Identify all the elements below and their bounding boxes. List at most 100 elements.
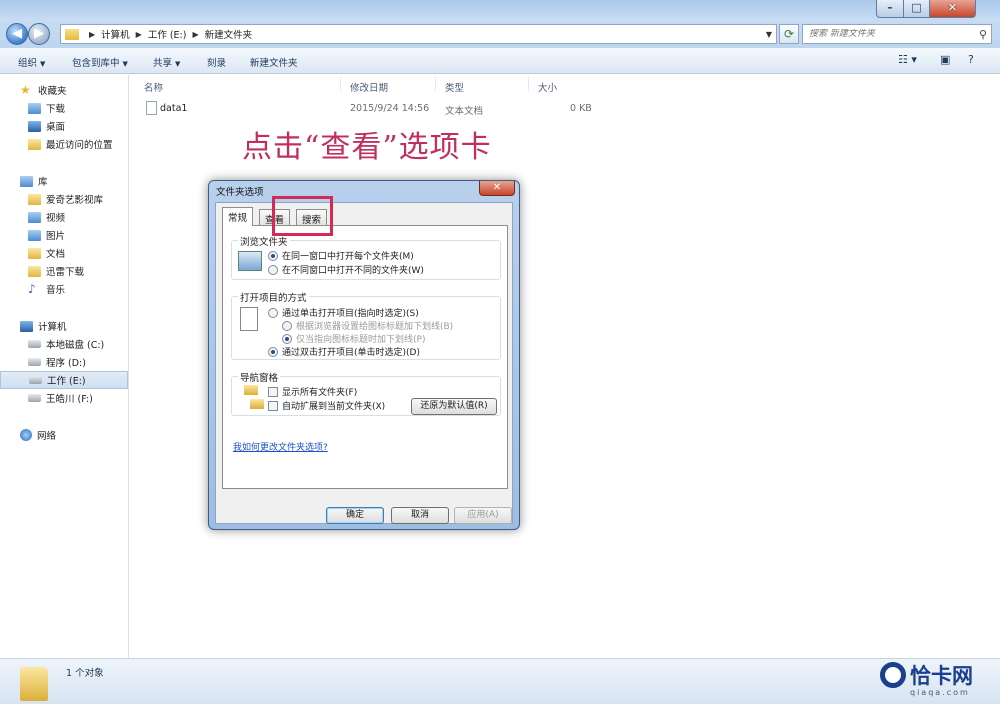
watermark-brand: 恰卡网 xyxy=(910,664,973,688)
sidebar-item-favorites[interactable]: ★ 收藏夹 xyxy=(0,81,128,99)
radio-single-click[interactable]: 通过单击打开项目(指向时选定)(S) xyxy=(268,306,419,319)
close-button[interactable]: ✕ xyxy=(929,0,976,18)
organize-menu[interactable]: 组织 ▼ xyxy=(18,55,45,69)
sidebar-item-libraries[interactable]: 库 xyxy=(0,172,128,190)
title-bar: – □ ✕ ◀ ▶ ▶ 计算机 ▶ 工作 (E:) ▶ 新建文件夹 ▼ ⟳ ⚲ xyxy=(0,0,1000,48)
group-title: 打开项目的方式 xyxy=(238,290,309,304)
new-folder-button[interactable]: 新建文件夹 xyxy=(250,55,298,69)
search-box[interactable]: ⚲ xyxy=(802,24,992,44)
column-header-modified[interactable]: 修改日期 xyxy=(350,80,388,94)
share-menu[interactable]: 共享 ▼ xyxy=(153,55,180,69)
watermark-logo: 恰卡网 qiaqa.com xyxy=(870,660,998,702)
chevron-down-icon: ▼ xyxy=(40,60,46,68)
column-header-size[interactable]: 大小 xyxy=(538,80,557,94)
tab-panel-general: 浏览文件夹 在同一窗口中打开每个文件夹(M) 在不同窗口中打开不同的文件夹(W)… xyxy=(222,225,508,489)
address-bar[interactable]: ▶ 计算机 ▶ 工作 (E:) ▶ 新建文件夹 ▼ xyxy=(60,24,777,44)
table-row[interactable]: data1 2015/9/24 14:56 文本文档 0 KB xyxy=(140,99,610,117)
dialog-close-button[interactable]: ✕ xyxy=(479,181,515,196)
back-button[interactable]: ◀ xyxy=(6,23,28,45)
minimize-button[interactable]: – xyxy=(876,0,904,18)
video-library-icon xyxy=(28,211,41,223)
apply-button[interactable]: 应用(A) xyxy=(454,507,512,524)
radio-new-window[interactable]: 在不同窗口中打开不同的文件夹(W) xyxy=(268,263,424,276)
column-divider[interactable] xyxy=(340,77,341,91)
sidebar-item-drive-e[interactable]: 工作 (E:) xyxy=(0,371,128,389)
radio-indicator xyxy=(268,346,278,357)
restore-defaults-button[interactable]: 还原为默认值(R) xyxy=(411,398,497,415)
sidebar-item-xunlei[interactable]: 迅雷下载 xyxy=(0,262,128,280)
help-link[interactable]: 我如何更改文件夹选项? xyxy=(233,440,328,453)
include-library-menu[interactable]: 包含到库中 ▼ xyxy=(72,55,128,69)
cancel-button[interactable]: 取消 xyxy=(391,507,449,524)
sidebar-item-pictures[interactable]: 图片 xyxy=(0,226,128,244)
file-size: 0 KB xyxy=(570,103,592,114)
dialog-title: 文件夹选项 xyxy=(216,187,264,198)
folder-icon xyxy=(65,28,79,40)
sidebar-item-music[interactable]: ♪ 音乐 xyxy=(0,280,128,298)
sidebar-item-drive-f[interactable]: 王皓川 (F:) xyxy=(0,389,128,407)
status-bar: 1 个对象 xyxy=(0,658,1000,704)
watermark-url: qiaqa.com xyxy=(910,688,970,697)
download-folder-icon xyxy=(28,102,41,114)
drive-icon xyxy=(28,358,41,366)
chevron-down-icon: ▼ xyxy=(122,60,128,68)
radio-same-window[interactable]: 在同一窗口中打开每个文件夹(M) xyxy=(268,249,414,262)
column-header-name[interactable]: 名称 xyxy=(144,80,163,94)
forward-button[interactable]: ▶ xyxy=(28,23,50,45)
search-icon[interactable]: ⚲ xyxy=(975,28,991,41)
radio-double-click[interactable]: 通过双击打开项目(单击时选定)(D) xyxy=(268,345,420,358)
group-title: 浏览文件夹 xyxy=(238,234,290,248)
sidebar-item-computer[interactable]: 计算机 xyxy=(0,317,128,335)
help-icon[interactable]: ? xyxy=(968,53,974,66)
maximize-button[interactable]: □ xyxy=(903,0,930,18)
drive-icon xyxy=(28,340,41,348)
radio-indicator xyxy=(268,307,278,318)
checkbox-indicator xyxy=(268,386,278,397)
checkbox-auto-expand[interactable]: 自动扩展到当前文件夹(X) xyxy=(268,399,385,412)
sidebar-item-network[interactable]: 网络 xyxy=(0,426,128,444)
sidebar-item-iqiyi[interactable]: 爱奇艺影视库 xyxy=(0,190,128,208)
sidebar-item-desktop[interactable]: 桌面 xyxy=(0,117,128,135)
music-icon: ♪ xyxy=(28,282,36,296)
sidebar-item-drive-c[interactable]: 本地磁盘 (C:) xyxy=(0,335,128,353)
computer-icon xyxy=(20,320,33,332)
ok-button[interactable]: 确定 xyxy=(326,507,384,524)
folder-icon xyxy=(28,265,41,277)
sidebar-item-documents[interactable]: 文档 xyxy=(0,244,128,262)
chevron-down-icon[interactable]: ▼ xyxy=(766,30,772,39)
breadcrumb-computer[interactable]: 计算机 xyxy=(101,27,130,41)
sidebar-item-drive-d[interactable]: 程序 (D:) xyxy=(0,353,128,371)
radio-underline-point[interactable]: 仅当指向图标标题时加下划线(P) xyxy=(282,332,425,345)
column-header-type[interactable]: 类型 xyxy=(445,80,464,94)
tab-general[interactable]: 常规 xyxy=(222,207,254,226)
radio-underline-browser[interactable]: 根据浏览器设置给图标标题加下划线(B) xyxy=(282,319,453,332)
checkbox-show-all-folders[interactable]: 显示所有文件夹(F) xyxy=(268,385,357,398)
navigation-pane: ★ 收藏夹 下载 桌面 最近访问的位置 库 爱奇艺影视库 视频 图片 文档 迅雷下… xyxy=(0,75,129,658)
folder-icon xyxy=(20,667,48,701)
sidebar-item-videos[interactable]: 视频 xyxy=(0,208,128,226)
group-title: 导航窗格 xyxy=(238,370,281,384)
breadcrumb-folder[interactable]: 新建文件夹 xyxy=(205,27,253,41)
column-divider[interactable] xyxy=(528,77,529,91)
chevron-right-icon: ▶ xyxy=(89,29,96,39)
refresh-button[interactable]: ⟳ xyxy=(779,24,799,44)
breadcrumb-drive[interactable]: 工作 (E:) xyxy=(148,27,187,41)
view-options-icon[interactable]: ☷ ▾ xyxy=(898,53,917,66)
arrow-right-icon: ▶ xyxy=(34,26,44,41)
chevron-right-icon: ▶ xyxy=(135,29,142,39)
dialog-body: 常规 查看 搜索 浏览文件夹 在同一窗口中打开每个文件夹(M) 在不同窗口中打开… xyxy=(215,202,513,524)
browse-folders-group: 浏览文件夹 在同一窗口中打开每个文件夹(M) 在不同窗口中打开不同的文件夹(W) xyxy=(231,234,501,280)
column-divider[interactable] xyxy=(435,77,436,91)
preview-pane-icon[interactable]: ▣ xyxy=(940,53,950,66)
search-input[interactable] xyxy=(803,29,975,39)
annotation-caption: 点击“查看”选项卡 xyxy=(242,130,492,165)
folder-tree-icon xyxy=(250,399,264,409)
radio-indicator xyxy=(282,333,292,344)
burn-button[interactable]: 刻录 xyxy=(207,55,226,69)
tab-highlight-box xyxy=(272,196,333,236)
sidebar-item-downloads[interactable]: 下载 xyxy=(0,99,128,117)
radio-indicator xyxy=(282,320,292,331)
radio-indicator xyxy=(268,264,278,275)
sidebar-item-recent[interactable]: 最近访问的位置 xyxy=(0,135,128,153)
command-bar: 组织 ▼ 包含到库中 ▼ 共享 ▼ 刻录 新建文件夹 ☷ ▾ ▣ ? xyxy=(0,48,1000,74)
